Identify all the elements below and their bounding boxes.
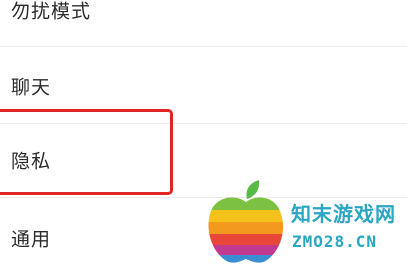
settings-item-chat[interactable]: 聊天: [0, 58, 407, 114]
divider: [0, 123, 407, 124]
settings-item-privacy[interactable]: 隐私: [0, 132, 407, 188]
settings-item-do-not-disturb[interactable]: 勿扰模式: [0, 0, 407, 38]
settings-item-label: 聊天: [11, 76, 52, 99]
settings-item-label: 勿扰模式: [11, 0, 92, 23]
settings-item-general[interactable]: 通用: [0, 210, 407, 266]
divider: [0, 197, 407, 198]
settings-item-label: 隐私: [11, 150, 52, 173]
settings-item-label: 通用: [11, 228, 52, 251]
divider: [0, 46, 407, 47]
settings-list: 勿扰模式 聊天 隐私 通用: [0, 0, 407, 267]
